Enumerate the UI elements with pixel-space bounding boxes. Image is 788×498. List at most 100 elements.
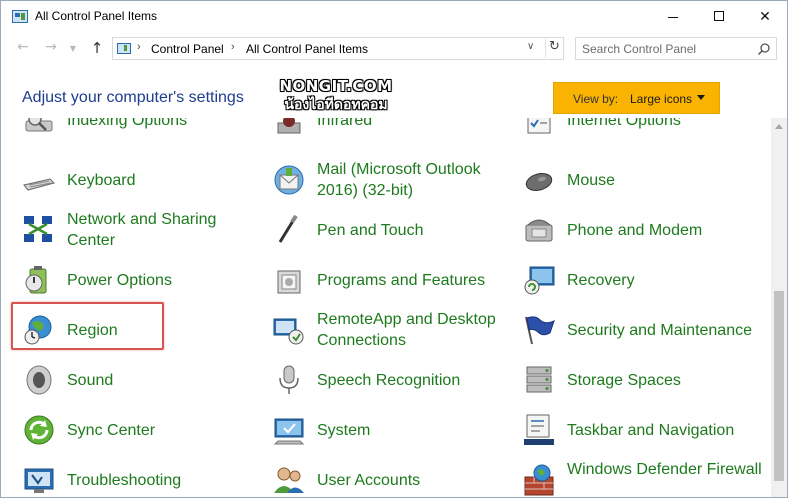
item-firewall[interactable]: Windows Defender Firewall (522, 455, 762, 497)
item-internet-options[interactable]: Internet Options (522, 118, 762, 143)
minimize-button[interactable] (650, 1, 696, 33)
item-troubleshooting[interactable]: Troubleshooting (22, 455, 262, 497)
vertical-scrollbar[interactable] (771, 118, 787, 497)
view-by-label: View by: (573, 92, 619, 106)
forward-button[interactable]: → (41, 39, 61, 55)
firewall-icon (524, 464, 554, 496)
maximize-icon (714, 10, 724, 21)
search-input[interactable] (576, 38, 754, 59)
breadcrumb-control-panel[interactable]: Control Panel (151, 42, 224, 56)
item-system[interactable]: System (272, 405, 512, 453)
item-recovery[interactable]: Recovery (522, 255, 762, 303)
watermark: NONGIT.COM น้องไอทีดอทคอม (261, 77, 411, 115)
item-security-maintenance[interactable]: Security and Maintenance (522, 305, 762, 353)
item-keyboard[interactable]: Keyboard (22, 155, 262, 203)
item-label[interactable]: Keyboard (67, 170, 267, 191)
breadcrumb-all-items[interactable]: All Control Panel Items (246, 42, 368, 56)
item-sync-center[interactable]: Sync Center (22, 405, 262, 453)
storage-spaces-icon (526, 366, 552, 393)
minimize-icon (668, 16, 678, 18)
keyboard-icon (23, 178, 55, 191)
item-label[interactable]: Sync Center (67, 420, 267, 441)
back-button[interactable]: ← (13, 39, 33, 55)
item-mail[interactable]: Mail (Microsoft Outlook 2016) (32-bit) (272, 155, 512, 203)
refresh-icon: ↻ (549, 39, 560, 54)
item-label[interactable]: Pen and Touch (317, 220, 517, 241)
microphone-icon (279, 365, 299, 394)
mouse-icon (525, 173, 553, 191)
item-power-options[interactable]: Power Options (22, 255, 262, 303)
view-by-value[interactable]: Large icons (630, 92, 692, 106)
up-button[interactable]: ↑ (87, 39, 107, 57)
close-icon: ✕ (759, 9, 771, 25)
item-programs-features[interactable]: Programs and Features (272, 255, 512, 303)
item-label[interactable]: Mouse (567, 170, 767, 191)
control-panel-window: All Control Panel Items ✕ ← → ▼ ↑ › Cont… (0, 0, 788, 498)
address-bar[interactable]: › Control Panel › All Control Panel Item… (112, 37, 564, 60)
internet-options-icon (527, 118, 551, 134)
item-label[interactable]: Internet Options (567, 118, 767, 131)
refresh-button[interactable]: ↻ (545, 39, 563, 58)
control-panel-items: Indexing Options Keyboard Network and Sh… (1, 118, 771, 497)
security-flag-icon (525, 316, 555, 345)
item-network-sharing[interactable]: Network and Sharing Center (22, 205, 262, 253)
search-icon[interactable] (757, 42, 771, 56)
item-label[interactable]: Storage Spaces (567, 370, 767, 391)
control-panel-icon (12, 10, 28, 23)
breadcrumb-chevron-icon[interactable]: › (137, 41, 141, 53)
item-speech-recognition[interactable]: Speech Recognition (272, 355, 512, 403)
item-storage-spaces[interactable]: Storage Spaces (522, 355, 762, 403)
item-phone-modem[interactable]: Phone and Modem (522, 205, 762, 253)
taskbar-icon (524, 414, 554, 445)
item-pen-touch[interactable]: Pen and Touch (272, 205, 512, 253)
item-label[interactable]: Mail (Microsoft Outlook 2016) (32-bit) (317, 159, 517, 201)
network-sharing-icon (24, 216, 52, 242)
remoteapp-icon (273, 318, 304, 345)
item-indexing-options[interactable]: Indexing Options (22, 118, 262, 143)
mail-icon (274, 165, 304, 195)
title-bar: All Control Panel Items ✕ (1, 1, 787, 33)
item-label[interactable]: RemoteApp and Desktop Connections (317, 309, 517, 351)
item-label[interactable]: Network and Sharing Center (67, 209, 267, 251)
dropdown-caret-icon[interactable] (697, 95, 705, 100)
item-user-accounts[interactable]: User Accounts (272, 455, 512, 497)
programs-features-icon (277, 270, 301, 294)
item-label[interactable]: Phone and Modem (567, 220, 767, 241)
item-label[interactable]: Recovery (567, 270, 767, 291)
watermark-line-1: NONGIT.COM (279, 77, 393, 95)
address-dropdown-icon[interactable]: ∨ (527, 41, 534, 52)
item-remoteapp[interactable]: RemoteApp and Desktop Connections (272, 305, 512, 353)
item-label[interactable]: User Accounts (317, 470, 517, 491)
pen-touch-icon (278, 214, 298, 243)
scroll-up-icon[interactable] (775, 124, 783, 129)
maximize-button[interactable] (696, 1, 742, 33)
page-heading: Adjust your computer's settings (22, 89, 244, 106)
item-taskbar-navigation[interactable]: Taskbar and Navigation (522, 405, 762, 453)
window-title: All Control Panel Items (35, 9, 158, 23)
region-icon (24, 315, 52, 345)
item-label[interactable]: Region (67, 320, 267, 341)
item-label[interactable]: Power Options (67, 270, 267, 291)
item-label[interactable]: Windows Defender Firewall (567, 459, 767, 480)
item-label[interactable]: Programs and Features (317, 270, 517, 291)
item-region[interactable]: Region (22, 305, 262, 353)
item-label[interactable]: Indexing Options (67, 118, 267, 131)
item-label[interactable]: Security and Maintenance (567, 320, 767, 341)
item-label[interactable]: System (317, 420, 517, 441)
breadcrumb-chevron-icon[interactable]: › (231, 41, 235, 53)
close-button[interactable]: ✕ (742, 1, 787, 33)
item-mouse[interactable]: Mouse (522, 155, 762, 203)
item-label[interactable]: Speech Recognition (317, 370, 517, 391)
recent-locations-button[interactable]: ▼ (63, 44, 83, 53)
item-label[interactable]: Infrared (317, 118, 517, 131)
item-infrared[interactable]: Infrared (272, 118, 512, 143)
item-label[interactable]: Troubleshooting (67, 470, 267, 491)
item-sound[interactable]: Sound (22, 355, 262, 403)
item-label[interactable]: Taskbar and Navigation (567, 420, 767, 441)
phone-modem-icon (525, 219, 553, 242)
watermark-line-2: น้องไอทีดอทคอม (284, 97, 388, 113)
item-label[interactable]: Sound (67, 370, 267, 391)
scrollbar-thumb[interactable] (774, 291, 784, 481)
sync-center-icon (24, 415, 54, 445)
view-by-dropdown[interactable]: View by: Large icons (553, 82, 720, 114)
